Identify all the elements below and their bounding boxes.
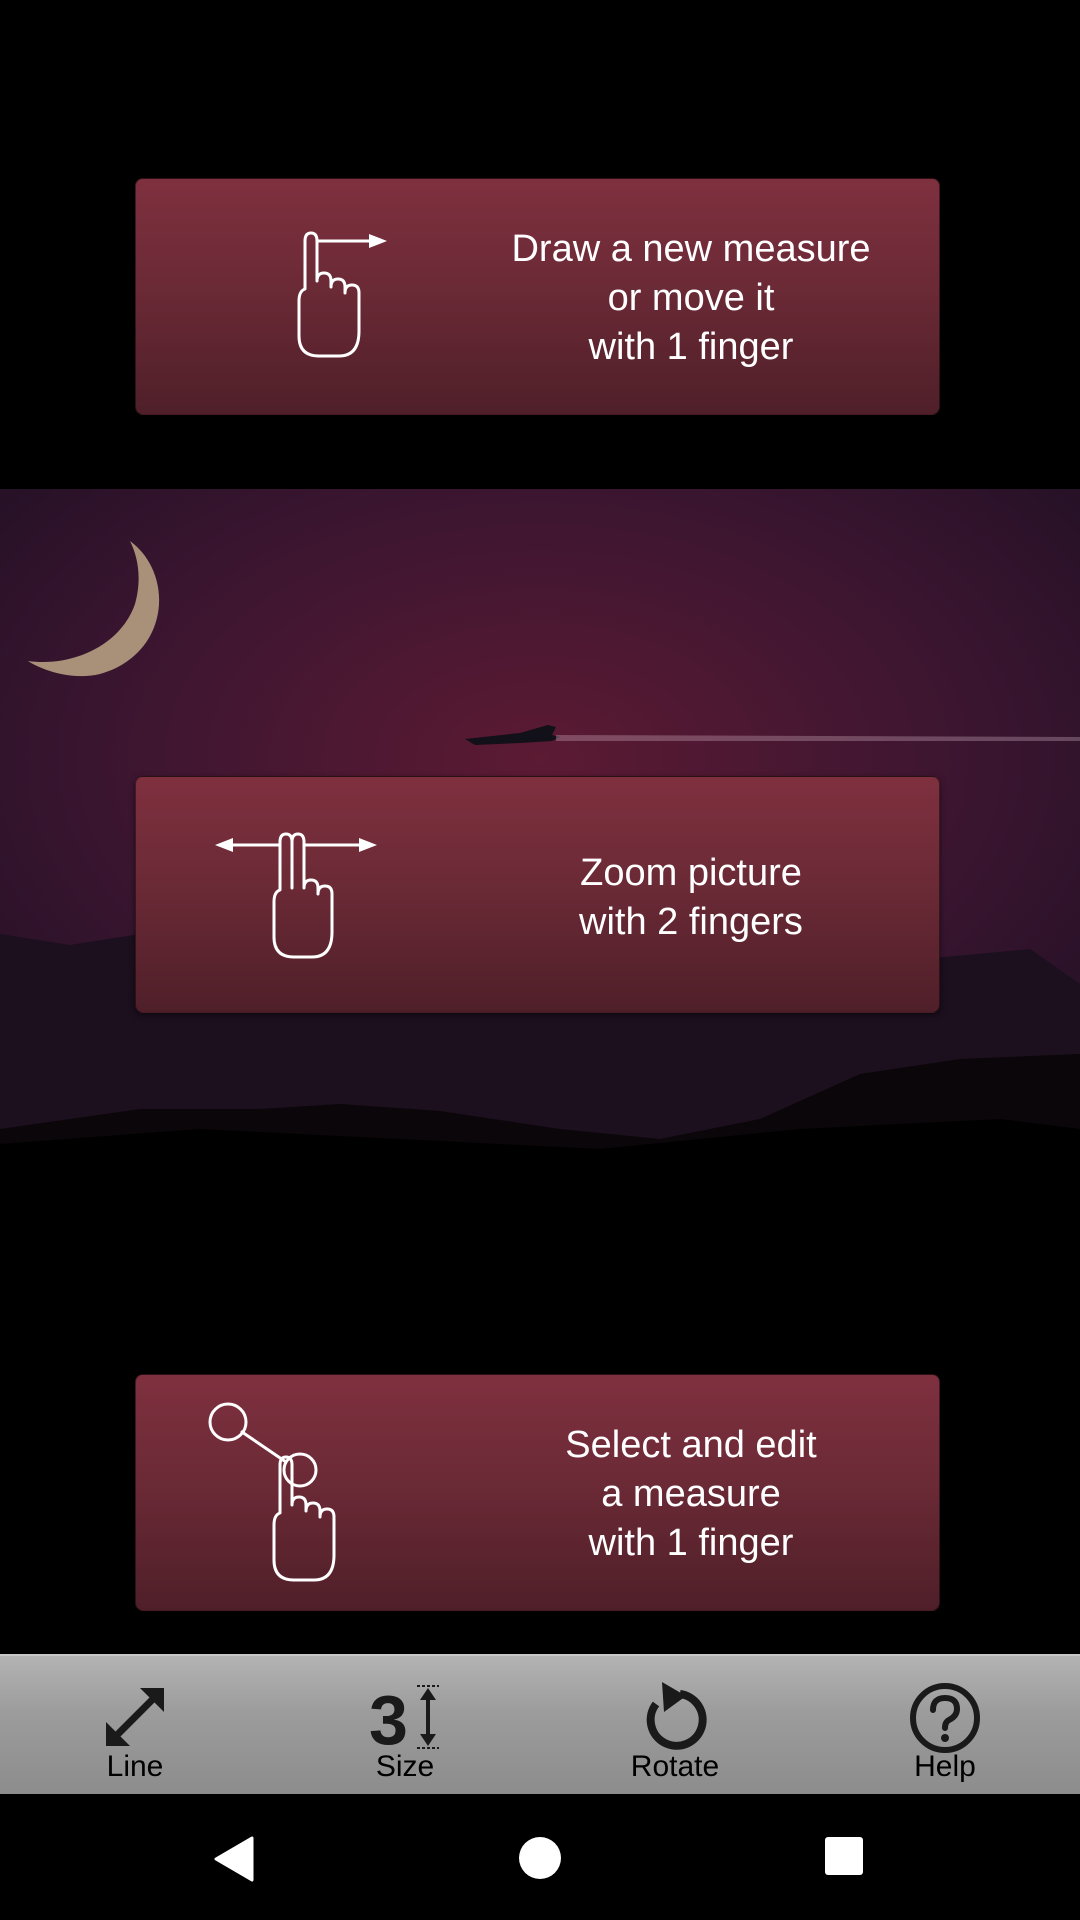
- recents-icon[interactable]: [824, 1836, 864, 1876]
- size-icon-digit: 3: [369, 1682, 408, 1752]
- size-tool-button[interactable]: 3 Size: [320, 1656, 490, 1796]
- line-tool-label: Line: [106, 1750, 164, 1783]
- help-tool-button[interactable]: Help: [860, 1656, 1030, 1796]
- line-tool-button[interactable]: Line: [50, 1656, 220, 1796]
- hint-text-select-edit: Select and edit a measure with 1 finger: [565, 1424, 817, 1564]
- hint-text-zoom: Zoom picture with 2 fingers: [579, 852, 803, 943]
- diagonal-arrow-icon: [106, 1688, 164, 1746]
- help-question-icon: [910, 1683, 980, 1753]
- hint-card-draw-measure[interactable]: Draw a new measure or move it with 1 fin…: [135, 178, 940, 415]
- size-icon: 3: [369, 1682, 439, 1752]
- one-finger-select-icon: [208, 1402, 336, 1582]
- bottom-toolbar: Line 3 Size Rotate Help: [0, 1654, 1080, 1796]
- hint-card-select-edit[interactable]: Select and edit a measure with 1 finger: [135, 1374, 940, 1611]
- rotate-tool-button[interactable]: Rotate: [590, 1656, 760, 1796]
- rotate-tool-label: Rotate: [630, 1750, 720, 1783]
- two-finger-pinch-icon: [215, 832, 377, 959]
- system-navigation-bar: [0, 1794, 1080, 1920]
- hint-text-draw-measure: Draw a new measure or move it with 1 fin…: [511, 228, 871, 368]
- help-tool-label: Help: [914, 1750, 976, 1783]
- back-icon[interactable]: [212, 1836, 256, 1882]
- hint-card-zoom[interactable]: Zoom picture with 2 fingers: [135, 776, 940, 1013]
- size-tool-label: Size: [375, 1750, 435, 1783]
- home-icon[interactable]: [518, 1836, 562, 1880]
- rotate-icon: [646, 1682, 707, 1750]
- one-finger-drag-icon: [297, 231, 387, 358]
